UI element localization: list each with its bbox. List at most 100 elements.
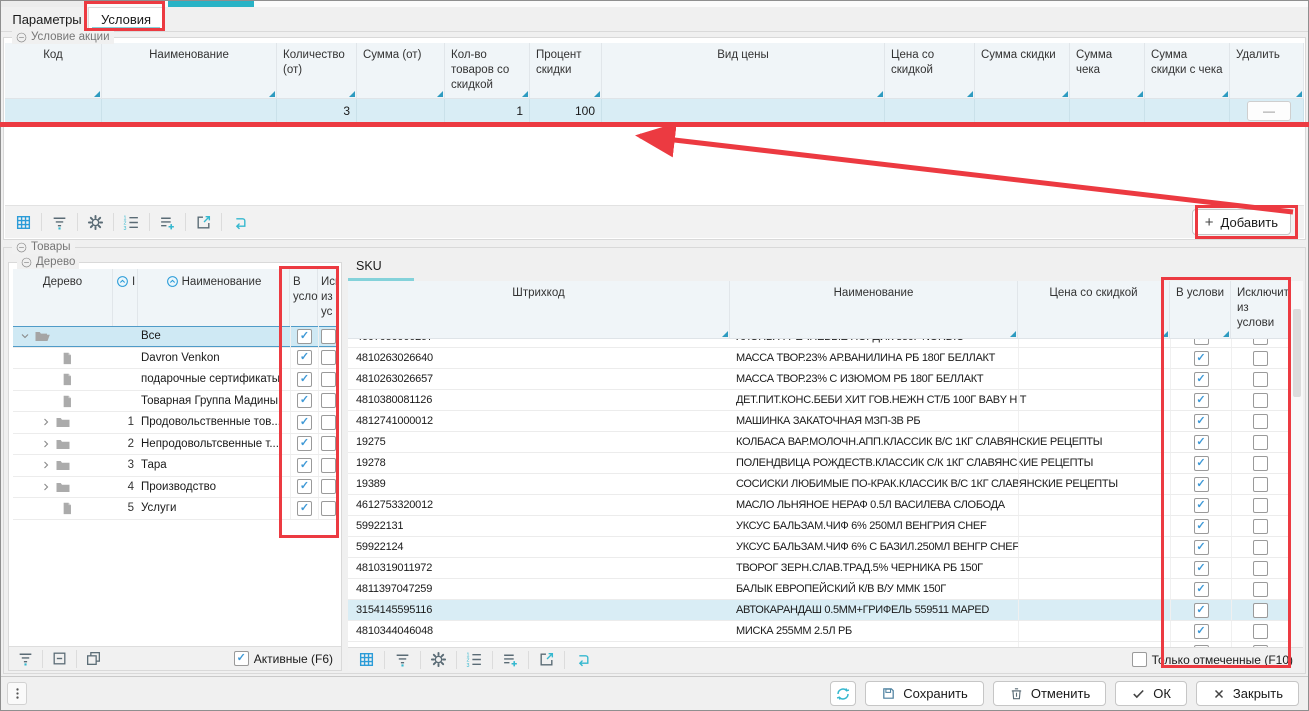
in-condition-checkbox[interactable]: ✓ <box>1194 519 1209 534</box>
in-condition-checkbox[interactable]: ✓ <box>297 479 312 494</box>
tree-node-name[interactable]: Товарная Группа Мадины <box>138 391 290 412</box>
tree-node-icons[interactable] <box>13 477 113 498</box>
condition-column-header[interactable]: Удалить <box>1230 43 1304 99</box>
sort-circle-icon[interactable] <box>116 275 129 288</box>
condition-row-cell[interactable] <box>102 99 277 123</box>
condition-row-cell[interactable] <box>885 99 975 123</box>
condition-row-cell[interactable] <box>5 99 102 123</box>
cancel-button[interactable]: Отменить <box>993 681 1106 706</box>
sku-row[interactable]: 4810263026657МАССА ТВОР.23% С ИЗЮМОМ РБ … <box>348 369 1289 390</box>
only-checked-checkbox[interactable]: Только отмеченные (F10) <box>1132 652 1293 667</box>
tree-column-header[interactable]: Дерево <box>13 269 113 327</box>
exclude-checkbox[interactable] <box>1253 372 1268 387</box>
sku-row[interactable]: 4607050000297ХЛОПЬЯ ГРЕЧНЕВЫЕ НОРДИК 350… <box>348 339 1289 348</box>
in-condition-checkbox[interactable]: ✓ <box>297 350 312 365</box>
numbered-list-icon[interactable]: 123 <box>123 214 140 231</box>
condition-column-header[interactable]: Процент скидки <box>530 43 602 99</box>
chevron-right-icon[interactable] <box>40 459 52 471</box>
condition-column-header[interactable]: Кол-во товаров со скидкой <box>445 43 530 99</box>
tree-node-name[interactable]: Непродовольтсвенные т... <box>138 434 290 455</box>
chevron-right-icon[interactable] <box>40 438 52 450</box>
exclude-checkbox[interactable] <box>1253 351 1268 366</box>
tree-node-icons[interactable] <box>13 326 113 347</box>
tree-row[interactable]: 3Тара✓ <box>13 455 338 477</box>
tree-node-name[interactable]: Тара <box>138 455 290 476</box>
grid-icon[interactable] <box>358 651 375 668</box>
condition-row-cell[interactable] <box>357 99 445 123</box>
exclude-checkbox[interactable] <box>1253 435 1268 450</box>
sku-row[interactable]: 19275КОЛБАСА ВАР.МОЛОЧН.АПП.КЛАССИК В/С … <box>348 432 1289 453</box>
tab-sku[interactable]: SKU <box>356 259 382 273</box>
filter-icon[interactable] <box>17 650 34 667</box>
list-add-icon[interactable] <box>502 651 519 668</box>
tree-row[interactable]: Товарная Группа Мадины ✓ <box>13 391 338 413</box>
exclude-checkbox[interactable] <box>1253 540 1268 555</box>
condition-row-cell[interactable]: 100 <box>530 99 602 123</box>
collapse-group-icon[interactable] <box>16 242 27 253</box>
tree-row[interactable]: Все✓ <box>13 326 338 348</box>
in-condition-checkbox[interactable]: ✓ <box>1194 435 1209 450</box>
exclude-checkbox[interactable] <box>1253 339 1268 345</box>
condition-row-cell[interactable]: 1 <box>445 99 530 123</box>
collapse-group-icon[interactable] <box>21 257 32 268</box>
tree-column-header[interactable]: В усло <box>290 269 318 327</box>
tree-node-icons[interactable] <box>13 455 113 476</box>
tree-column-header[interactable]: Наименование <box>138 269 290 327</box>
active-checkbox-box[interactable]: ✓ <box>234 651 249 666</box>
exclude-checkbox[interactable] <box>1253 456 1268 471</box>
exclude-checkbox[interactable] <box>321 350 336 365</box>
in-condition-checkbox[interactable]: ✓ <box>297 393 312 408</box>
exclude-checkbox[interactable] <box>1253 393 1268 408</box>
condition-column-header[interactable]: Количество (от) <box>277 43 357 99</box>
condition-row-cell[interactable] <box>1070 99 1145 123</box>
sku-row[interactable]: 4811397047259БАЛЫК ЕВРОПЕЙСКИЙ К/В В/У М… <box>348 579 1289 600</box>
tree-node-icons[interactable] <box>13 498 113 519</box>
tree-node-icons[interactable] <box>13 391 113 412</box>
exclude-checkbox[interactable] <box>1253 624 1268 639</box>
exclude-checkbox[interactable] <box>321 458 336 473</box>
sku-column-header[interactable]: Цена со скидкой <box>1018 281 1170 339</box>
exclude-checkbox[interactable] <box>321 329 336 344</box>
tab-parameters[interactable]: Параметры <box>8 7 86 31</box>
active-filter-checkbox[interactable]: ✓ Активные (F6) <box>234 651 333 666</box>
tree-node-icons[interactable] <box>13 348 113 369</box>
in-condition-checkbox[interactable]: ✓ <box>1194 624 1209 639</box>
exclude-checkbox[interactable] <box>321 415 336 430</box>
condition-column-header[interactable]: Сумма скидки <box>975 43 1070 99</box>
sku-row[interactable]: 19278ПОЛЕНДВИЦА РОЖДЕСТВ.КЛАССИК С/К 1КГ… <box>348 453 1289 474</box>
exclude-checkbox[interactable] <box>1253 498 1268 513</box>
in-condition-checkbox[interactable]: ✓ <box>297 436 312 451</box>
condition-column-header[interactable]: Наименование <box>102 43 277 99</box>
sku-row[interactable]: 4810380081126ДЕТ.ПИТ.КОНС.БЕБИ ХИТ ГОВ.Н… <box>348 390 1289 411</box>
in-condition-checkbox[interactable]: ✓ <box>297 329 312 344</box>
condition-column-header[interactable]: Сумма (от) <box>357 43 445 99</box>
in-condition-checkbox[interactable]: ✓ <box>1194 498 1209 513</box>
tree-column-header[interactable]: I <box>113 269 138 327</box>
close-button[interactable]: Закрыть <box>1196 681 1299 706</box>
exclude-checkbox[interactable] <box>321 501 336 516</box>
sku-row[interactable]: 4810263026640МАССА ТВОР.23% АР.ВАНИЛИНА … <box>348 348 1289 369</box>
sku-row[interactable]: 4810344046048МИСКА 255ММ 2.5Л РБ✓ <box>348 621 1289 642</box>
in-condition-checkbox[interactable]: ✓ <box>297 501 312 516</box>
condition-column-header[interactable]: Сумма чека <box>1070 43 1145 99</box>
in-condition-checkbox[interactable]: ✓ <box>1194 372 1209 387</box>
exclude-checkbox[interactable] <box>1253 561 1268 576</box>
sku-row[interactable]: 59922131УКСУС БАЛЬЗАМ.ЧИФ 6% 250МЛ ВЕНГР… <box>348 516 1289 537</box>
sku-column-header[interactable]: Наименование <box>730 281 1018 339</box>
sku-column-header[interactable]: Исключит из услови <box>1231 281 1289 339</box>
tree-row[interactable]: 4Производство✓ <box>13 477 338 499</box>
sku-scrollbar[interactable] <box>1290 281 1303 647</box>
sku-row[interactable]: 19389СОСИСКИ ЛЮБИМЫЕ ПО-КРАК.КЛАССИК В/С… <box>348 474 1289 495</box>
exclude-checkbox[interactable] <box>321 372 336 387</box>
chevron-right-icon[interactable] <box>40 481 52 493</box>
tab-conditions[interactable]: Условия <box>88 7 164 31</box>
tree-node-name[interactable]: Davron Venkon <box>138 348 290 369</box>
condition-column-header[interactable]: Сумма скидки с чека <box>1145 43 1230 99</box>
exclude-checkbox[interactable] <box>321 393 336 408</box>
filter-icon[interactable] <box>51 214 68 231</box>
in-condition-checkbox[interactable]: ✓ <box>1194 561 1209 576</box>
condition-column-header[interactable]: Цена со скидкой <box>885 43 975 99</box>
tree-row[interactable]: 1Продовольственные тов...✓ <box>13 412 338 434</box>
condition-row-cell[interactable] <box>602 99 885 123</box>
sku-row[interactable]: 3154145595116АВТОКАРАНДАШ 0.5ММ+ГРИФЕЛЬ … <box>348 600 1289 621</box>
